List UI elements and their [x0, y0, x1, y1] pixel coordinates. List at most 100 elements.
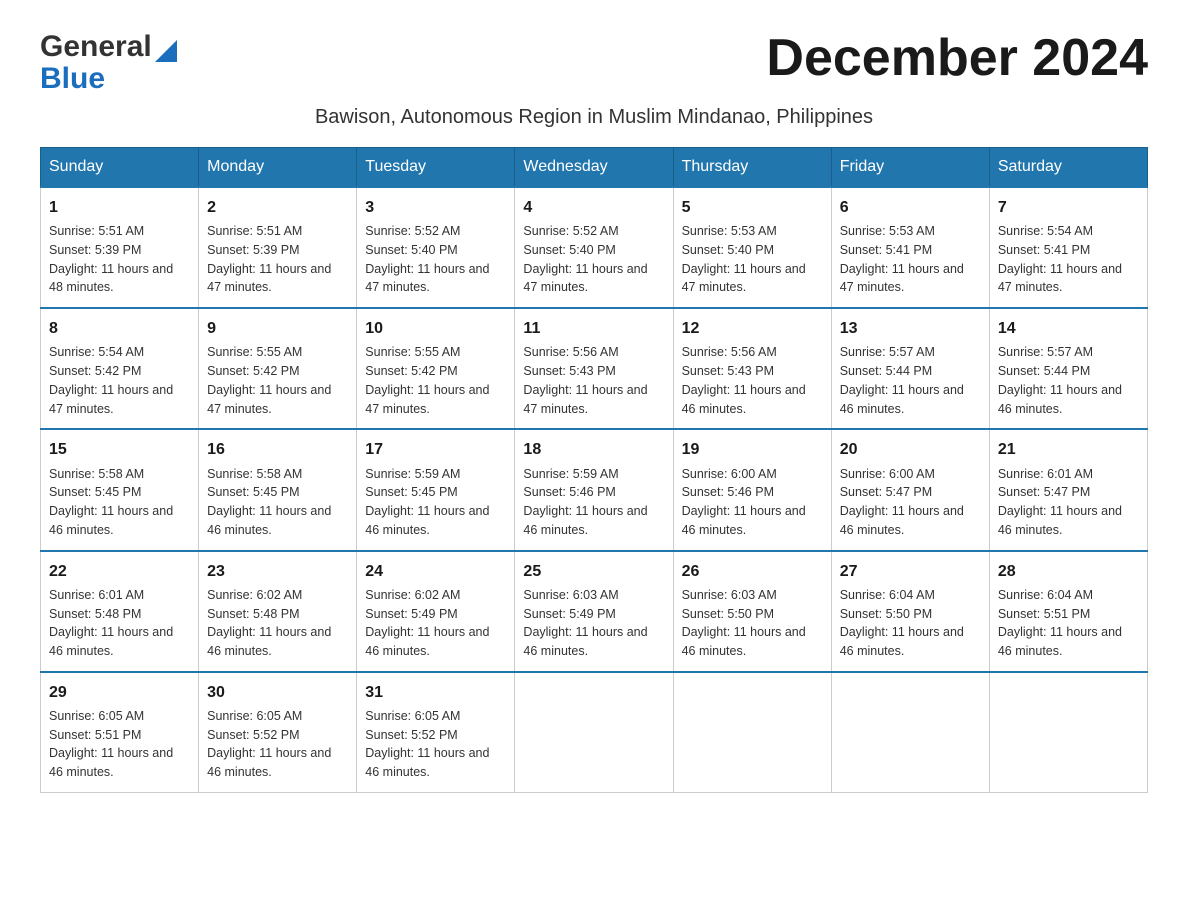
day-number: 18 — [523, 438, 664, 461]
day-number: 8 — [49, 317, 190, 340]
logo: General Blue — [40, 30, 177, 96]
calendar-week-row: 8 Sunrise: 5:54 AMSunset: 5:42 PMDaylight… — [41, 308, 1148, 429]
calendar-day-cell: 16 Sunrise: 5:58 AMSunset: 5:45 PMDayligh… — [199, 429, 357, 550]
day-number: 23 — [207, 560, 348, 583]
day-number: 20 — [840, 438, 981, 461]
logo-blue-text: Blue — [40, 62, 105, 96]
day-number: 24 — [365, 560, 506, 583]
day-number: 2 — [207, 196, 348, 219]
day-info: Sunrise: 5:56 AMSunset: 5:43 PMDaylight:… — [523, 343, 664, 418]
day-info: Sunrise: 5:51 AMSunset: 5:39 PMDaylight:… — [49, 222, 190, 297]
day-info: Sunrise: 6:00 AMSunset: 5:47 PMDaylight:… — [840, 465, 981, 540]
day-number: 4 — [523, 196, 664, 219]
calendar-header-thursday: Thursday — [673, 148, 831, 188]
calendar-header-friday: Friday — [831, 148, 989, 188]
page-header: General Blue December 2024 — [40, 30, 1148, 96]
calendar-header-sunday: Sunday — [41, 148, 199, 188]
calendar-day-cell: 19Sunrise: 6:00 AMSunset: 5:46 PMDayligh… — [673, 429, 831, 550]
calendar-header-tuesday: Tuesday — [357, 148, 515, 188]
calendar-day-cell: 10Sunrise: 5:55 AMSunset: 5:42 PMDayligh… — [357, 308, 515, 429]
logo-general-text: General — [40, 30, 152, 64]
calendar-day-cell: 11 Sunrise: 5:56 AMSunset: 5:43 PMDayligh… — [515, 308, 673, 429]
day-info: Sunrise: 5:57 AMSunset: 5:44 PMDaylight:… — [840, 343, 981, 418]
calendar-day-cell — [831, 672, 989, 793]
calendar-day-cell: 21Sunrise: 6:01 AMSunset: 5:47 PMDayligh… — [989, 429, 1147, 550]
day-number: 27 — [840, 560, 981, 583]
day-info: Sunrise: 5:53 AMSunset: 5:40 PMDaylight:… — [682, 222, 823, 297]
calendar-day-cell: 23 Sunrise: 6:02 AMSunset: 5:48 PMDayligh… — [199, 551, 357, 672]
day-number: 1 — [49, 196, 190, 219]
day-number: 19 — [682, 438, 823, 461]
day-info: Sunrise: 5:59 AMSunset: 5:45 PMDaylight:… — [365, 465, 506, 540]
day-number: 17 — [365, 438, 506, 461]
day-info: Sunrise: 6:02 AMSunset: 5:49 PMDaylight:… — [365, 586, 506, 661]
day-number: 6 — [840, 196, 981, 219]
day-number: 28 — [998, 560, 1139, 583]
calendar-day-cell: 26Sunrise: 6:03 AMSunset: 5:50 PMDayligh… — [673, 551, 831, 672]
page-title: December 2024 — [766, 30, 1148, 87]
calendar-day-cell: 7 Sunrise: 5:54 AMSunset: 5:41 PMDaylight… — [989, 187, 1147, 308]
day-number: 16 — [207, 438, 348, 461]
day-info: Sunrise: 6:02 AMSunset: 5:48 PMDaylight:… — [207, 586, 348, 661]
calendar-day-cell: 30 Sunrise: 6:05 AMSunset: 5:52 PMDayligh… — [199, 672, 357, 793]
day-number: 14 — [998, 317, 1139, 340]
calendar-day-cell: 8 Sunrise: 5:54 AMSunset: 5:42 PMDaylight… — [41, 308, 199, 429]
calendar-header-saturday: Saturday — [989, 148, 1147, 188]
day-info: Sunrise: 6:03 AMSunset: 5:49 PMDaylight:… — [523, 586, 664, 661]
calendar-day-cell — [989, 672, 1147, 793]
calendar-day-cell: 12 Sunrise: 5:56 AMSunset: 5:43 PMDayligh… — [673, 308, 831, 429]
day-number: 31 — [365, 681, 506, 704]
calendar-day-cell: 13Sunrise: 5:57 AMSunset: 5:44 PMDayligh… — [831, 308, 989, 429]
logo-triangle-icon — [155, 40, 177, 62]
day-number: 7 — [998, 196, 1139, 219]
calendar-day-cell: 18 Sunrise: 5:59 AMSunset: 5:46 PMDayligh… — [515, 429, 673, 550]
day-info: Sunrise: 6:05 AMSunset: 5:51 PMDaylight:… — [49, 707, 190, 782]
page-subtitle: Bawison, Autonomous Region in Muslim Min… — [40, 106, 1148, 129]
calendar-day-cell: 22 Sunrise: 6:01 AMSunset: 5:48 PMDayligh… — [41, 551, 199, 672]
day-info: Sunrise: 5:54 AMSunset: 5:42 PMDaylight:… — [49, 343, 190, 418]
calendar-day-cell: 4Sunrise: 5:52 AMSunset: 5:40 PMDaylight… — [515, 187, 673, 308]
day-number: 15 — [49, 438, 190, 461]
day-info: Sunrise: 5:51 AMSunset: 5:39 PMDaylight:… — [207, 222, 348, 297]
day-info: Sunrise: 5:54 AMSunset: 5:41 PMDaylight:… — [998, 222, 1139, 297]
day-info: Sunrise: 6:04 AMSunset: 5:50 PMDaylight:… — [840, 586, 981, 661]
calendar-week-row: 15 Sunrise: 5:58 AMSunset: 5:45 PMDayligh… — [41, 429, 1148, 550]
day-info: Sunrise: 5:52 AMSunset: 5:40 PMDaylight:… — [365, 222, 506, 297]
calendar-header-wednesday: Wednesday — [515, 148, 673, 188]
day-info: Sunrise: 6:01 AMSunset: 5:47 PMDaylight:… — [998, 465, 1139, 540]
calendar-day-cell: 29Sunrise: 6:05 AMSunset: 5:51 PMDayligh… — [41, 672, 199, 793]
calendar-day-cell: 31Sunrise: 6:05 AMSunset: 5:52 PMDayligh… — [357, 672, 515, 793]
day-info: Sunrise: 6:01 AMSunset: 5:48 PMDaylight:… — [49, 586, 190, 661]
calendar-day-cell: 25Sunrise: 6:03 AMSunset: 5:49 PMDayligh… — [515, 551, 673, 672]
day-info: Sunrise: 5:55 AMSunset: 5:42 PMDaylight:… — [207, 343, 348, 418]
day-number: 30 — [207, 681, 348, 704]
calendar-day-cell: 28 Sunrise: 6:04 AMSunset: 5:51 PMDayligh… — [989, 551, 1147, 672]
day-info: Sunrise: 5:56 AMSunset: 5:43 PMDaylight:… — [682, 343, 823, 418]
day-info: Sunrise: 6:05 AMSunset: 5:52 PMDaylight:… — [207, 707, 348, 782]
calendar-week-row: 22 Sunrise: 6:01 AMSunset: 5:48 PMDayligh… — [41, 551, 1148, 672]
day-number: 11 — [523, 317, 664, 340]
day-number: 12 — [682, 317, 823, 340]
day-info: Sunrise: 5:58 AMSunset: 5:45 PMDaylight:… — [49, 465, 190, 540]
day-info: Sunrise: 5:57 AMSunset: 5:44 PMDaylight:… — [998, 343, 1139, 418]
day-number: 3 — [365, 196, 506, 219]
day-info: Sunrise: 5:59 AMSunset: 5:46 PMDaylight:… — [523, 465, 664, 540]
calendar-day-cell: 15 Sunrise: 5:58 AMSunset: 5:45 PMDayligh… — [41, 429, 199, 550]
calendar-day-cell: 3 Sunrise: 5:52 AMSunset: 5:40 PMDaylight… — [357, 187, 515, 308]
calendar-table: SundayMondayTuesdayWednesdayThursdayFrid… — [40, 147, 1148, 793]
day-info: Sunrise: 5:58 AMSunset: 5:45 PMDaylight:… — [207, 465, 348, 540]
day-info: Sunrise: 6:04 AMSunset: 5:51 PMDaylight:… — [998, 586, 1139, 661]
calendar-day-cell — [515, 672, 673, 793]
calendar-week-row: 29Sunrise: 6:05 AMSunset: 5:51 PMDayligh… — [41, 672, 1148, 793]
day-number: 5 — [682, 196, 823, 219]
calendar-day-cell: 27 Sunrise: 6:04 AMSunset: 5:50 PMDayligh… — [831, 551, 989, 672]
calendar-day-cell: 9 Sunrise: 5:55 AMSunset: 5:42 PMDaylight… — [199, 308, 357, 429]
calendar-week-row: 1 Sunrise: 5:51 AMSunset: 5:39 PMDaylight… — [41, 187, 1148, 308]
day-number: 9 — [207, 317, 348, 340]
calendar-day-cell: 14 Sunrise: 5:57 AMSunset: 5:44 PMDayligh… — [989, 308, 1147, 429]
day-info: Sunrise: 5:55 AMSunset: 5:42 PMDaylight:… — [365, 343, 506, 418]
calendar-day-cell: 1 Sunrise: 5:51 AMSunset: 5:39 PMDaylight… — [41, 187, 199, 308]
calendar-day-cell: 24 Sunrise: 6:02 AMSunset: 5:49 PMDayligh… — [357, 551, 515, 672]
day-number: 22 — [49, 560, 190, 583]
calendar-header-monday: Monday — [199, 148, 357, 188]
